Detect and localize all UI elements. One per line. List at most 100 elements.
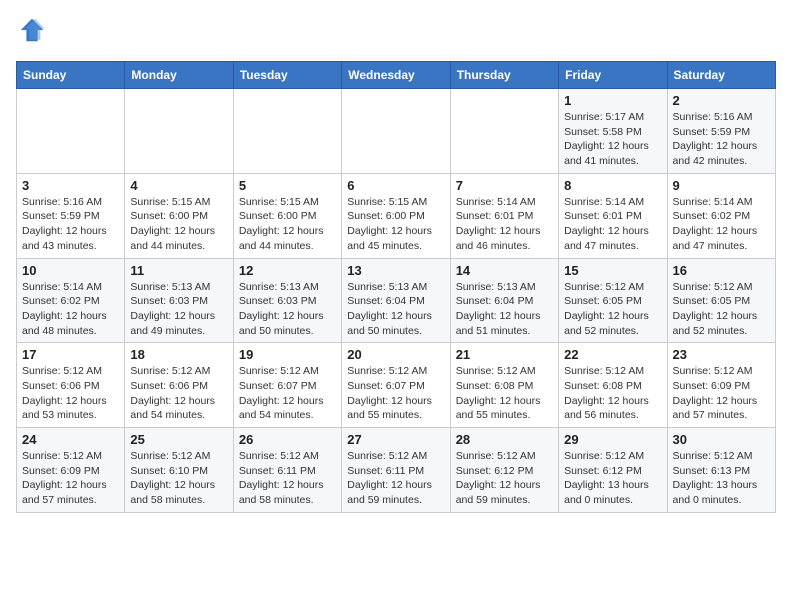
day-info: Sunrise: 5:17 AM Sunset: 5:58 PM Dayligh… [564, 110, 661, 169]
calendar-cell: 14 Sunrise: 5:13 AM Sunset: 6:04 PM Dayli… [450, 258, 558, 343]
day-number: 2 [673, 93, 770, 108]
day-info: Sunrise: 5:12 AM Sunset: 6:08 PM Dayligh… [456, 364, 553, 423]
weekday-header-tuesday: Tuesday [233, 62, 341, 89]
day-number: 14 [456, 263, 553, 278]
day-info: Sunrise: 5:13 AM Sunset: 6:03 PM Dayligh… [239, 280, 336, 339]
calendar-cell: 11 Sunrise: 5:13 AM Sunset: 6:03 PM Dayli… [125, 258, 233, 343]
day-number: 8 [564, 178, 661, 193]
calendar-cell: 5Sunrise: 5:15 AM Sunset: 6:00 PM Daylig… [233, 173, 341, 258]
day-number: 4 [130, 178, 227, 193]
day-info: Sunrise: 5:13 AM Sunset: 6:03 PM Dayligh… [130, 280, 227, 339]
calendar-cell: 7 Sunrise: 5:14 AM Sunset: 6:01 PM Daylig… [450, 173, 558, 258]
day-number: 5 [239, 178, 336, 193]
day-number: 25 [130, 432, 227, 447]
calendar-cell [342, 89, 450, 174]
calendar-cell [125, 89, 233, 174]
calendar-cell [17, 89, 125, 174]
calendar-cell: 28 Sunrise: 5:12 AM Sunset: 6:12 PM Dayli… [450, 428, 558, 513]
day-number: 7 [456, 178, 553, 193]
day-info: Sunrise: 5:12 AM Sunset: 6:07 PM Dayligh… [239, 364, 336, 423]
calendar-table: SundayMondayTuesdayWednesdayThursdayFrid… [16, 61, 776, 513]
day-info: Sunrise: 5:13 AM Sunset: 6:04 PM Dayligh… [347, 280, 444, 339]
day-info: Sunrise: 5:14 AM Sunset: 6:01 PM Dayligh… [456, 195, 553, 254]
day-info: Sunrise: 5:12 AM Sunset: 6:08 PM Dayligh… [564, 364, 661, 423]
day-info: Sunrise: 5:14 AM Sunset: 6:02 PM Dayligh… [673, 195, 770, 254]
calendar-cell: 4 Sunrise: 5:15 AM Sunset: 6:00 PM Daylig… [125, 173, 233, 258]
week-row-4: 17Sunrise: 5:12 AM Sunset: 6:06 PM Dayli… [17, 343, 776, 428]
day-number: 28 [456, 432, 553, 447]
weekday-header-wednesday: Wednesday [342, 62, 450, 89]
day-number: 18 [130, 347, 227, 362]
day-info: Sunrise: 5:15 AM Sunset: 6:00 PM Dayligh… [347, 195, 444, 254]
day-info: Sunrise: 5:12 AM Sunset: 6:07 PM Dayligh… [347, 364, 444, 423]
calendar-cell: 30Sunrise: 5:12 AM Sunset: 6:13 PM Dayli… [667, 428, 775, 513]
week-row-1: 1 Sunrise: 5:17 AM Sunset: 5:58 PM Daylig… [17, 89, 776, 174]
calendar-cell: 26 Sunrise: 5:12 AM Sunset: 6:11 PM Dayli… [233, 428, 341, 513]
calendar-cell: 25 Sunrise: 5:12 AM Sunset: 6:10 PM Dayli… [125, 428, 233, 513]
day-info: Sunrise: 5:14 AM Sunset: 6:01 PM Dayligh… [564, 195, 661, 254]
calendar-cell: 22 Sunrise: 5:12 AM Sunset: 6:08 PM Dayli… [559, 343, 667, 428]
day-info: Sunrise: 5:12 AM Sunset: 6:09 PM Dayligh… [673, 364, 770, 423]
day-info: Sunrise: 5:12 AM Sunset: 6:11 PM Dayligh… [239, 449, 336, 508]
day-number: 11 [130, 263, 227, 278]
day-number: 22 [564, 347, 661, 362]
weekday-header-thursday: Thursday [450, 62, 558, 89]
calendar-cell: 16Sunrise: 5:12 AM Sunset: 6:05 PM Dayli… [667, 258, 775, 343]
week-row-3: 10 Sunrise: 5:14 AM Sunset: 6:02 PM Dayli… [17, 258, 776, 343]
weekday-header-friday: Friday [559, 62, 667, 89]
day-info: Sunrise: 5:12 AM Sunset: 6:06 PM Dayligh… [130, 364, 227, 423]
calendar-cell: 20 Sunrise: 5:12 AM Sunset: 6:07 PM Dayli… [342, 343, 450, 428]
calendar-cell [233, 89, 341, 174]
day-number: 15 [564, 263, 661, 278]
day-number: 6 [347, 178, 444, 193]
day-number: 12 [239, 263, 336, 278]
week-row-5: 24 Sunrise: 5:12 AM Sunset: 6:09 PM Dayli… [17, 428, 776, 513]
day-number: 23 [673, 347, 770, 362]
day-number: 21 [456, 347, 553, 362]
calendar-cell: 13 Sunrise: 5:13 AM Sunset: 6:04 PM Dayli… [342, 258, 450, 343]
calendar-cell: 23 Sunrise: 5:12 AM Sunset: 6:09 PM Dayli… [667, 343, 775, 428]
day-info: Sunrise: 5:12 AM Sunset: 6:05 PM Dayligh… [564, 280, 661, 339]
day-info: Sunrise: 5:13 AM Sunset: 6:04 PM Dayligh… [456, 280, 553, 339]
logo [16, 16, 46, 49]
calendar-cell: 15 Sunrise: 5:12 AM Sunset: 6:05 PM Dayli… [559, 258, 667, 343]
calendar-cell: 9 Sunrise: 5:14 AM Sunset: 6:02 PM Daylig… [667, 173, 775, 258]
day-number: 10 [22, 263, 119, 278]
logo-icon [18, 16, 46, 44]
calendar-cell: 10 Sunrise: 5:14 AM Sunset: 6:02 PM Dayli… [17, 258, 125, 343]
calendar-cell [450, 89, 558, 174]
page-header [16, 16, 776, 49]
calendar-cell: 3 Sunrise: 5:16 AM Sunset: 5:59 PM Daylig… [17, 173, 125, 258]
day-number: 9 [673, 178, 770, 193]
day-info: Sunrise: 5:12 AM Sunset: 6:09 PM Dayligh… [22, 449, 119, 508]
week-row-2: 3 Sunrise: 5:16 AM Sunset: 5:59 PM Daylig… [17, 173, 776, 258]
day-number: 24 [22, 432, 119, 447]
calendar-cell: 21 Sunrise: 5:12 AM Sunset: 6:08 PM Dayli… [450, 343, 558, 428]
calendar-cell: 12 Sunrise: 5:13 AM Sunset: 6:03 PM Dayli… [233, 258, 341, 343]
calendar-cell: 18 Sunrise: 5:12 AM Sunset: 6:06 PM Dayli… [125, 343, 233, 428]
weekday-header-monday: Monday [125, 62, 233, 89]
day-info: Sunrise: 5:16 AM Sunset: 5:59 PM Dayligh… [22, 195, 119, 254]
day-info: Sunrise: 5:12 AM Sunset: 6:12 PM Dayligh… [456, 449, 553, 508]
day-info: Sunrise: 5:15 AM Sunset: 6:00 PM Dayligh… [130, 195, 227, 254]
weekday-header-row: SundayMondayTuesdayWednesdayThursdayFrid… [17, 62, 776, 89]
day-info: Sunrise: 5:14 AM Sunset: 6:02 PM Dayligh… [22, 280, 119, 339]
weekday-header-sunday: Sunday [17, 62, 125, 89]
day-info: Sunrise: 5:12 AM Sunset: 6:11 PM Dayligh… [347, 449, 444, 508]
day-number: 13 [347, 263, 444, 278]
day-number: 27 [347, 432, 444, 447]
day-number: 19 [239, 347, 336, 362]
day-number: 20 [347, 347, 444, 362]
day-info: Sunrise: 5:12 AM Sunset: 6:10 PM Dayligh… [130, 449, 227, 508]
day-info: Sunrise: 5:12 AM Sunset: 6:06 PM Dayligh… [22, 364, 119, 423]
day-info: Sunrise: 5:12 AM Sunset: 6:12 PM Dayligh… [564, 449, 661, 508]
day-info: Sunrise: 5:12 AM Sunset: 6:05 PM Dayligh… [673, 280, 770, 339]
day-number: 1 [564, 93, 661, 108]
calendar-cell: 6 Sunrise: 5:15 AM Sunset: 6:00 PM Daylig… [342, 173, 450, 258]
calendar-cell: 17Sunrise: 5:12 AM Sunset: 6:06 PM Dayli… [17, 343, 125, 428]
day-number: 30 [673, 432, 770, 447]
day-number: 3 [22, 178, 119, 193]
calendar-cell: 29Sunrise: 5:12 AM Sunset: 6:12 PM Dayli… [559, 428, 667, 513]
day-number: 26 [239, 432, 336, 447]
calendar-cell: 2Sunrise: 5:16 AM Sunset: 5:59 PM Daylig… [667, 89, 775, 174]
